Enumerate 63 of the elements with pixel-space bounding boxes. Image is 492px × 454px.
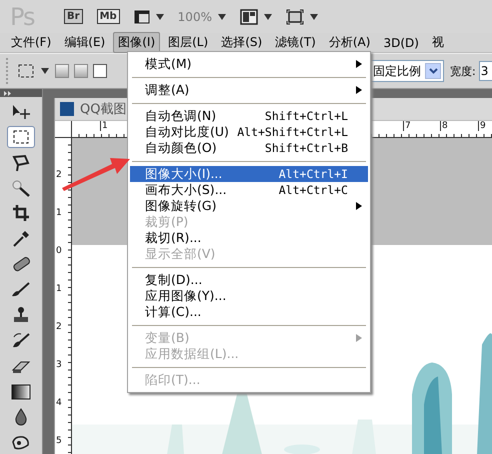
- caret-icon[interactable]: [218, 14, 226, 20]
- app-launch-button[interactable]: Mb: [96, 9, 120, 24]
- menu-item[interactable]: 自动对比度(U) Alt+Shift+Ctrl+L: [130, 124, 368, 140]
- ruler-number: 1: [100, 121, 108, 131]
- menu-item[interactable]: 自动颜色(O) Shift+Ctrl+B: [130, 140, 368, 156]
- app-launch-button[interactable]: Br: [64, 9, 83, 24]
- ruler-number: 8: [440, 121, 448, 131]
- caret-icon[interactable]: [310, 14, 318, 20]
- menu-title[interactable]: 分析(A): [324, 32, 376, 53]
- ruler-number: 7: [403, 121, 411, 131]
- menu-item[interactable]: 图像旋转(G): [130, 198, 368, 214]
- caret-icon[interactable]: [264, 14, 272, 20]
- gradient-icon: [11, 382, 31, 401]
- lasso-icon: [11, 154, 31, 172]
- selection-mode-button[interactable]: [55, 64, 69, 78]
- ruler-number: 0: [56, 246, 62, 256]
- collapse-icon[interactable]: [4, 90, 12, 96]
- brush-icon: [11, 280, 31, 299]
- width-label: 宽度:: [450, 64, 476, 78]
- marquee-icon: [12, 129, 30, 146]
- menu-title[interactable]: 文件(F): [6, 32, 56, 53]
- ruler-number: 1: [56, 284, 62, 294]
- screen-mode-icon[interactable]: [286, 8, 304, 24]
- menu-item[interactable]: 应用图像(Y)...: [130, 288, 368, 304]
- ruler-number: 2: [56, 322, 62, 332]
- document-tab[interactable]: QQ截图: [80, 100, 126, 118]
- caret-icon[interactable]: [41, 68, 49, 74]
- menu-title[interactable]: 选择(S): [216, 32, 268, 53]
- marquee-icon[interactable]: [17, 63, 35, 79]
- layout-icon[interactable]: [240, 8, 258, 24]
- ruler-number: 9: [478, 121, 486, 131]
- eyedropper-icon: [12, 230, 30, 248]
- menu-item[interactable]: 计算(C)...: [130, 304, 368, 320]
- menu-item[interactable]: 模式(M): [130, 56, 368, 72]
- menu-title[interactable]: 视: [426, 32, 449, 53]
- menu-item[interactable]: 调整(A): [130, 82, 368, 98]
- ruler-number: 2: [56, 170, 62, 180]
- menu-item[interactable]: 复制(D)...: [130, 272, 368, 288]
- caret-icon[interactable]: [156, 14, 164, 20]
- drop-icon: [14, 408, 28, 426]
- chevron-down-icon: [428, 68, 438, 74]
- menu-item[interactable]: 图像大小(I)... Alt+Ctrl+I: [130, 166, 368, 182]
- crop-icon: [12, 204, 30, 222]
- width-field[interactable]: 3: [478, 61, 492, 81]
- menu-title[interactable]: 3D(D): [378, 34, 424, 52]
- ruler-number: 1: [56, 208, 62, 218]
- ruler-number: 4: [56, 398, 62, 408]
- move-icon: [11, 104, 31, 120]
- ps-icon: [60, 102, 74, 116]
- tool-button[interactable]: [7, 126, 35, 148]
- selection-mode-button[interactable]: [74, 64, 88, 78]
- menu-title[interactable]: 编辑(E): [59, 32, 110, 53]
- menu-title[interactable]: 图层(L): [163, 32, 214, 53]
- selection-mode-button[interactable]: [93, 64, 107, 78]
- ruler-number: 5: [56, 436, 62, 446]
- brush-icon: [11, 332, 31, 350]
- ruler-number: 3: [56, 360, 62, 370]
- menu-item[interactable]: 自动色调(N) Shift+Ctrl+L: [130, 108, 368, 124]
- menu-item[interactable]: 裁切(R)...: [130, 230, 368, 246]
- menu-item[interactable]: 画布大小(S)... Alt+Ctrl+C: [130, 182, 368, 198]
- menu-title[interactable]: 滤镜(T): [270, 32, 321, 53]
- menu-title[interactable]: 图像(I): [113, 32, 160, 53]
- stamp-icon: [12, 306, 30, 324]
